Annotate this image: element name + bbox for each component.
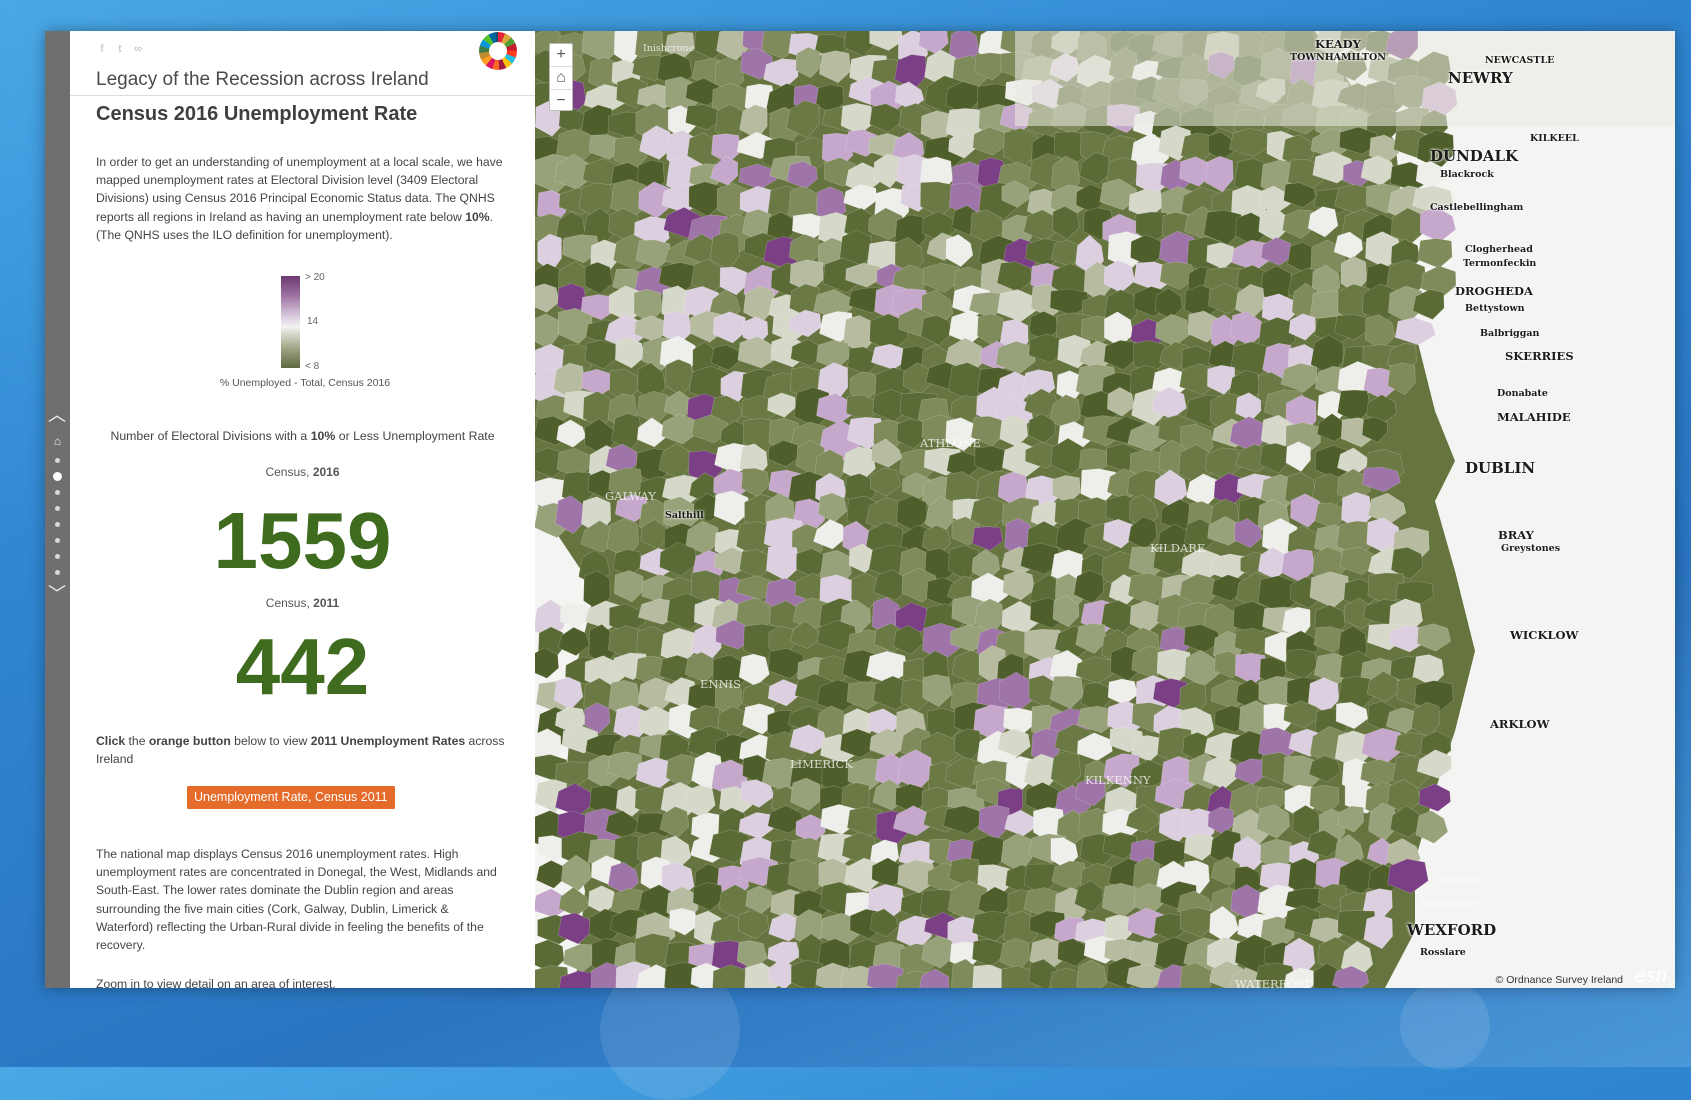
census-2011-button[interactable]: Unemployment Rate, Census 2011 [187, 786, 395, 809]
click-text-1: the [125, 734, 149, 748]
nav-dot[interactable] [55, 458, 60, 463]
legend-high-label: > 20 [305, 272, 325, 283]
intro-text: In order to get an understanding of unem… [96, 155, 503, 224]
nav-home-icon[interactable]: ⌂ [51, 435, 64, 448]
place-label: DROGHEDA [1455, 284, 1533, 298]
place-label: Inishcrone [643, 43, 695, 54]
sdg-wheel-logo [479, 32, 517, 70]
place-label: KILDARE [1150, 541, 1206, 555]
legend-low-label: < 8 [305, 361, 320, 372]
place-label: LIMERICK [790, 757, 853, 771]
census-2011-label: Census, 2011 [70, 596, 535, 610]
home-extent-button[interactable]: ⌂ [550, 67, 572, 90]
place-label: Rosslare [1420, 947, 1466, 958]
place-label: ARKLOW [1490, 717, 1550, 731]
story-map-window: ︿ ⌂ ﹀ f t ∞ Legacy of the Recession acro… [45, 31, 1675, 988]
metric-title: Number of Electoral Divisions with a 10%… [90, 429, 515, 443]
link-icon[interactable]: ∞ [132, 43, 144, 55]
nav-dot[interactable] [55, 522, 60, 527]
click-instruction: Click the orange button below to view 20… [96, 732, 506, 768]
click-bold-3: 2011 Unemployment Rates [310, 734, 466, 748]
place-label: WATERFORD [1235, 977, 1314, 988]
census-2016-label: Census, 2016 [70, 465, 535, 479]
place-label: Termonfeckin [1463, 258, 1537, 269]
place-label: BRAY [1498, 528, 1534, 542]
metric-title-text: Number of Electoral Divisions with a [110, 429, 311, 443]
nav-down-arrow-icon[interactable]: ﹀ [47, 584, 67, 604]
place-label: Bettystown [1465, 303, 1525, 314]
place-label: Greystones [1501, 543, 1561, 554]
header-divider [70, 95, 535, 96]
nav-dot-active[interactable] [53, 472, 62, 481]
place-label: KILKEEL [1530, 133, 1579, 144]
census-2016-year: 2016 [312, 465, 340, 479]
nav-dot[interactable] [55, 538, 60, 543]
intro-paragraph: In order to get an understanding of unem… [96, 153, 506, 244]
census-2011-value: 442 [235, 622, 370, 711]
metric-title-bold: 10% [310, 429, 336, 443]
place-label: Enniscorthy [1420, 898, 1478, 909]
click-bold-1: Click [96, 734, 126, 748]
story-title: Legacy of the Recession across Ireland [96, 69, 429, 90]
click-text-2: below to view [230, 734, 311, 748]
twitter-icon[interactable]: t [114, 43, 126, 55]
legend-mid-label: 14 [307, 316, 319, 327]
place-label: WICKLOW [1510, 628, 1579, 642]
census-2016-value: 1559 [213, 496, 392, 585]
map-canvas[interactable] [535, 31, 1675, 988]
background-glow [1400, 980, 1490, 1070]
legend-caption: % Unemployed - Total, Census 2016 [219, 377, 391, 389]
share-bar: f t ∞ [96, 43, 144, 55]
place-label: ENNIS [700, 677, 741, 691]
story-nav-rail: ︿ ⌂ ﹀ [45, 31, 70, 988]
place-label: TOWNHAMILTON [1290, 52, 1386, 63]
place-label: NEWRY [1448, 69, 1513, 87]
section-title: Census 2016 Unemployment Rate [96, 103, 418, 125]
metric-title-text-end: or Less Unemployment Rate [335, 429, 495, 443]
place-label: KILKENNY [1085, 773, 1151, 787]
esri-logo: esri [1634, 965, 1667, 987]
intro-bold: 10% [465, 209, 490, 224]
place-label: DUBLIN [1465, 459, 1536, 477]
census-2011-year: 2011 [313, 596, 340, 610]
map-zoom-controls: + ⌂ − [549, 43, 573, 111]
place-label: SKERRIES [1505, 349, 1574, 363]
nav-dot[interactable] [55, 506, 60, 511]
place-label: WEXFORD [1407, 921, 1497, 939]
nav-up-arrow-icon[interactable]: ︿ [47, 405, 67, 425]
place-label: NEWCASTLE [1485, 55, 1555, 66]
story-side-panel: f t ∞ Legacy of the Recession across Ire… [70, 31, 537, 988]
place-label: DUNDALK [1430, 147, 1519, 165]
click-bold-2: orange button [148, 734, 231, 748]
nav-dot[interactable] [55, 570, 60, 575]
map-copyright: © Ordnance Survey Ireland [1495, 974, 1623, 986]
legend-color-ramp [281, 276, 300, 368]
zoom-out-button[interactable]: − [550, 90, 572, 112]
facebook-icon[interactable]: f [96, 43, 108, 55]
place-label: Castlebellingham [1430, 202, 1524, 213]
place-label: ATHLONE [920, 436, 981, 450]
place-label: MALAHIDE [1497, 410, 1571, 424]
place-label: GALWAY [605, 489, 656, 503]
place-label: Donabate [1497, 388, 1548, 399]
place-label: KEADY [1315, 37, 1361, 51]
place-label: Courtown [1435, 874, 1483, 885]
zoom-note: Zoom in to view detail on an area of int… [96, 977, 336, 988]
place-label: Salthill [665, 510, 704, 521]
outro-paragraph: The national map displays Census 2016 un… [96, 847, 497, 953]
census-2011-prefix: Census, [265, 596, 314, 610]
zoom-in-button[interactable]: + [550, 44, 572, 67]
place-label: Clogherhead [1465, 244, 1533, 255]
nav-dot[interactable] [55, 490, 60, 495]
choropleth-map[interactable]: + ⌂ − Inishcrone KEADY TOWNHAMILTON NEWC… [535, 31, 1675, 988]
census-2016-prefix: Census, [265, 465, 313, 479]
nav-dot[interactable] [55, 554, 60, 559]
place-label: Blackrock [1440, 169, 1494, 180]
place-label: Balbriggan [1480, 328, 1540, 339]
